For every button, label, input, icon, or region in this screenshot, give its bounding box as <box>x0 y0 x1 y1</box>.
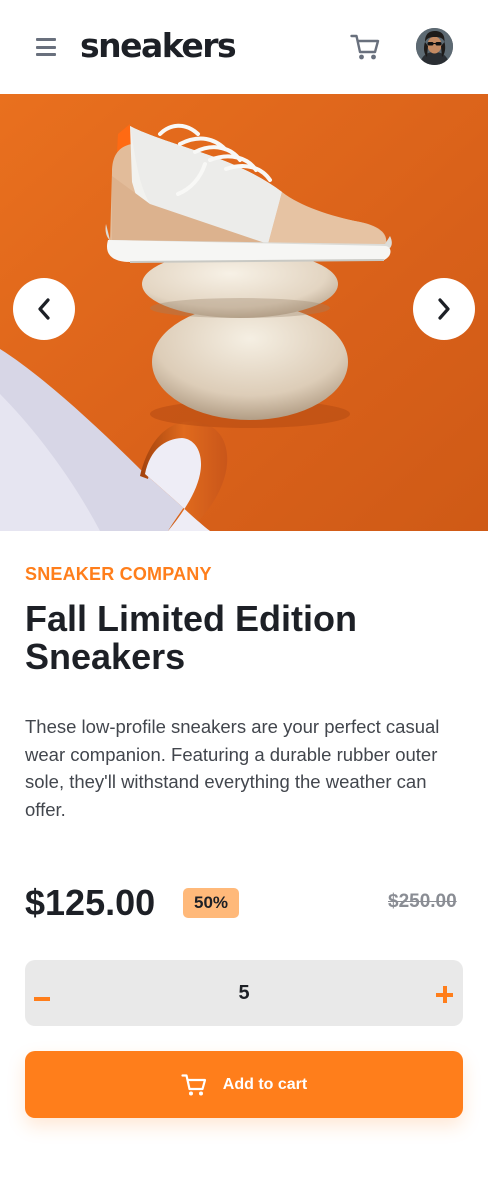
logo[interactable]: sneakers <box>80 24 237 68</box>
add-to-cart-button[interactable]: Add to cart <box>25 1051 463 1118</box>
chevron-left-icon <box>38 298 50 320</box>
next-image-button[interactable] <box>413 278 475 340</box>
product-image-gallery <box>0 94 488 531</box>
previous-image-button[interactable] <box>13 278 75 340</box>
product-description: These low-profile sneakers are your perf… <box>25 716 440 820</box>
plus-icon[interactable] <box>436 986 453 1003</box>
product-title: Fall Limited Edition Sneakers <box>25 598 357 677</box>
company-name: SNEAKER COMPANY <box>25 564 212 584</box>
discount-badge: 50% <box>183 888 239 918</box>
cart-icon[interactable] <box>350 33 380 61</box>
minus-icon[interactable] <box>34 981 50 1005</box>
quantity-value: 5 <box>238 981 250 1004</box>
avatar-image <box>416 28 453 65</box>
original-price: $250.00 <box>388 891 457 912</box>
add-to-cart-label: Add to cart <box>222 1075 308 1093</box>
top-header: sneakers <box>0 0 488 94</box>
avatar[interactable] <box>416 28 453 65</box>
cart-icon <box>181 1073 206 1095</box>
quantity-stepper: 5 <box>25 960 463 1026</box>
chevron-right-icon <box>438 298 450 320</box>
hamburger-menu-icon[interactable] <box>36 38 56 56</box>
current-price: $125.00 <box>25 882 156 923</box>
